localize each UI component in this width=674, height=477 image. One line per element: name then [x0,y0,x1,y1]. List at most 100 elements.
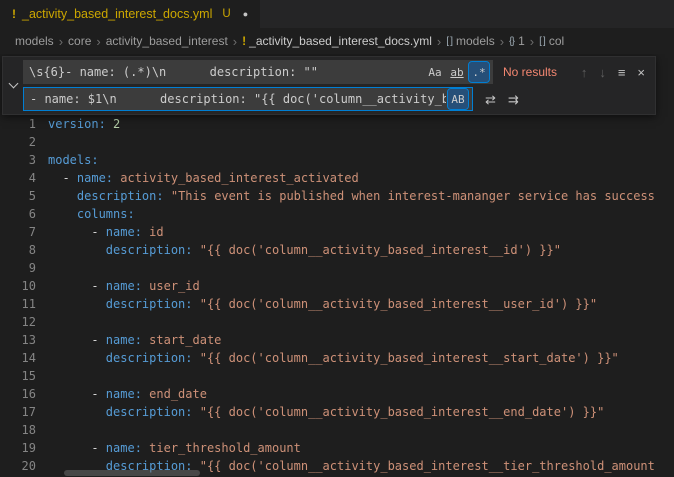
breadcrumb-item[interactable]: !_activity_based_interest_docs.yml [242,34,432,48]
line-number: 20 [0,457,36,475]
code-line: 2 [0,133,674,151]
match-case-button[interactable]: Aa [425,62,445,82]
line-number: 9 [0,259,36,277]
line-number: 1 [0,115,36,133]
code-token: "This event is published when interest-m… [171,189,655,203]
code-token: columns: [77,207,135,221]
whole-word-button[interactable]: ab [447,62,467,82]
find-input-value: \s{6}- name: (.*)\n description: "" [29,65,423,79]
line-number: 18 [0,421,36,439]
code-token: end_date [149,387,207,401]
code-token: 2 [113,117,120,131]
breadcrumb-item[interactable]: {}1 [509,34,525,48]
warning-icon: ! [242,34,245,48]
breadcrumb-item-label: models [15,34,54,48]
code-area[interactable]: 1version: 223models:4 - name: activity_b… [0,54,674,475]
breadcrumb: models›core›activity_based_interest›!_ac… [0,28,674,54]
line-number: 7 [0,223,36,241]
line-number: 6 [0,205,36,223]
code-token: name: [77,171,113,185]
replace-row: - name: $1\n description: "{{ doc('colum… [23,87,649,111]
code-line: 4 - name: activity_based_interest_activa… [0,169,674,187]
breadcrumb-item-label: 1 [518,34,525,48]
code-token: description: [106,297,193,311]
code-token: description: [106,243,193,257]
code-line: 8 description: "{{ doc('column__activity… [0,241,674,259]
code-line-content: - name: end_date [48,385,207,403]
code-line-content: - name: activity_based_interest_activate… [48,169,359,187]
code-token: description: [106,351,193,365]
code-token: start_date [149,333,221,347]
line-number: 2 [0,133,36,151]
code-line-content: - name: tier_threshold_amount [48,439,301,457]
line-number: 4 [0,169,36,187]
regex-button[interactable]: .* [469,62,489,82]
breadcrumb-item-label: col [549,34,564,48]
code-token: - [48,333,106,347]
breadcrumb-separator-icon: › [435,34,443,49]
breadcrumb-item[interactable]: core [68,34,91,48]
find-in-selection-button[interactable]: ≡ [618,66,626,79]
code-token [48,405,106,419]
code-token: tier_threshold_amount [149,441,301,455]
code-token: "{{ doc('column__activity_based_interest… [200,459,655,473]
line-number: 17 [0,403,36,421]
previous-match-button[interactable]: ↑ [581,66,588,79]
find-input[interactable]: \s{6}- name: (.*)\n description: "" Aa a… [23,60,493,84]
close-button[interactable]: × [637,66,645,79]
code-token: - [48,225,106,239]
code-line: 9 [0,259,674,277]
toggle-replace-button[interactable] [3,60,23,111]
breadcrumb-separator-icon: › [498,34,506,49]
code-token [193,243,200,257]
breadcrumb-item[interactable]: models [15,34,54,48]
line-number: 5 [0,187,36,205]
line-number: 16 [0,385,36,403]
code-token: id [149,225,163,239]
horizontal-scrollbar[interactable] [64,470,200,476]
code-line: 12 [0,313,674,331]
code-token: "{{ doc('column__activity_based_interest… [200,405,605,419]
code-token: user_id [149,279,200,293]
tab-activity-based-interest-docs[interactable]: ! _activity_based_interest_docs.yml U ● [0,0,260,28]
code-token [48,243,106,257]
code-line: 10 - name: user_id [0,277,674,295]
code-token [193,297,200,311]
code-line: 18 [0,421,674,439]
code-token: name: [106,333,142,347]
code-token [48,297,106,311]
code-line: 19 - name: tier_threshold_amount [0,439,674,457]
find-results-count: No results [503,65,557,79]
breadcrumb-item-label: activity_based_interest [106,34,228,48]
breadcrumb-item[interactable]: [ ]models [446,34,494,48]
code-line-content: models: [48,151,99,169]
breadcrumb-item[interactable]: activity_based_interest [106,34,228,48]
editor-pane[interactable]: \s{6}- name: (.*)\n description: "" Aa a… [0,54,674,477]
breadcrumb-item[interactable]: [ ]col [539,34,564,48]
code-line: 17 description: "{{ doc('column__activit… [0,403,674,421]
code-token [106,117,113,131]
dirty-indicator-icon[interactable]: ● [243,9,248,19]
code-token: - [48,279,106,293]
code-line: 5 description: "This event is published … [0,187,674,205]
code-token: - [48,441,106,455]
replace-all-button[interactable]: ⇉ [508,93,519,106]
find-row: \s{6}- name: (.*)\n description: "" Aa a… [23,60,649,84]
code-token: name: [106,387,142,401]
code-token [193,351,200,365]
code-token [164,189,171,203]
code-line: 16 - name: end_date [0,385,674,403]
breadcrumb-separator-icon: › [528,34,536,49]
replace-input[interactable]: - name: $1\n description: "{{ doc('colum… [23,87,473,111]
code-token: name: [106,441,142,455]
array-icon: [ ] [446,35,452,47]
replace-button[interactable]: ⇄ [485,93,496,106]
code-line-content: version: 2 [48,115,120,133]
replace-action-icons: ⇄ ⇉ [485,93,519,106]
code-line: 13 - name: start_date [0,331,674,349]
preserve-case-button[interactable]: AB [448,89,468,109]
next-match-button[interactable]: ↓ [599,66,606,79]
code-line: 1 version: 2 [0,115,674,133]
code-line-content: description: "This event is published wh… [48,187,655,205]
line-number: 8 [0,241,36,259]
